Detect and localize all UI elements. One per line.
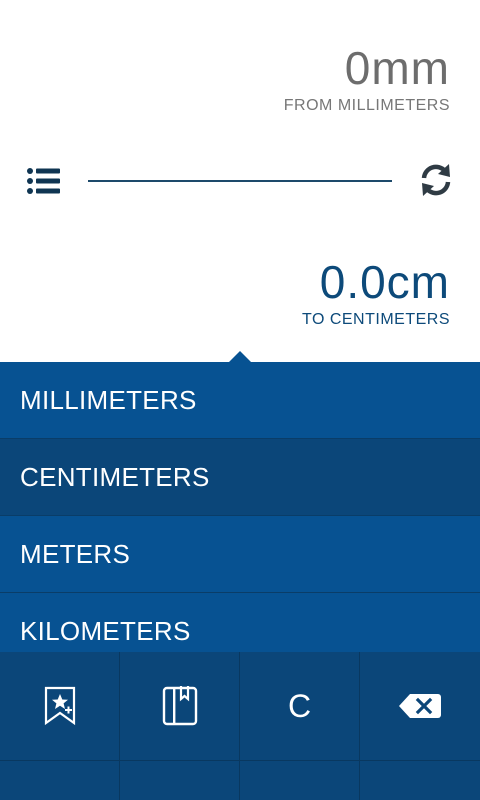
clear-button-label: C — [287, 687, 312, 724]
unit-item-meters[interactable]: METERS — [0, 516, 480, 593]
list-icon — [27, 168, 60, 194]
backspace-icon — [399, 694, 441, 718]
key-row2-col4[interactable] — [360, 761, 480, 800]
to-value-display: 0.0cm — [319, 256, 450, 308]
backspace-button[interactable] — [360, 652, 480, 761]
from-unit-label: FROM MILLIMETERS — [283, 97, 450, 114]
unit-item-centimeters[interactable]: CENTIMETERS — [0, 439, 480, 516]
unit-list-button[interactable] — [24, 164, 64, 198]
unit-item-kilometers[interactable]: KILOMETERS — [0, 593, 480, 652]
key-row2-col3[interactable] — [240, 761, 360, 800]
unit-item-millimeters[interactable]: MILLIMETERS — [0, 362, 480, 439]
keypad: C — [0, 652, 480, 800]
swap-units-button[interactable] — [416, 160, 456, 200]
add-favorite-button[interactable] — [0, 652, 120, 761]
from-value-display: 0mm — [344, 42, 450, 94]
notebook-button[interactable] — [120, 652, 240, 761]
bookmark-star-plus-icon — [44, 686, 75, 726]
clear-button[interactable]: C — [240, 652, 360, 761]
to-unit-label: TO CENTIMETERS — [301, 311, 450, 328]
divider-line — [88, 180, 392, 182]
key-row2-col2[interactable] — [120, 761, 240, 800]
swap-icon — [421, 164, 451, 196]
key-row2-col1[interactable] — [0, 761, 120, 800]
unit-list[interactable]: MILLIMETERS CENTIMETERS METERS KILOMETER… — [0, 362, 480, 652]
notebook-icon — [162, 686, 197, 726]
unit-converter-screen: 0mm FROM MILLIMETERS 0.0cm TO CENTIMETER… — [0, 0, 480, 800]
